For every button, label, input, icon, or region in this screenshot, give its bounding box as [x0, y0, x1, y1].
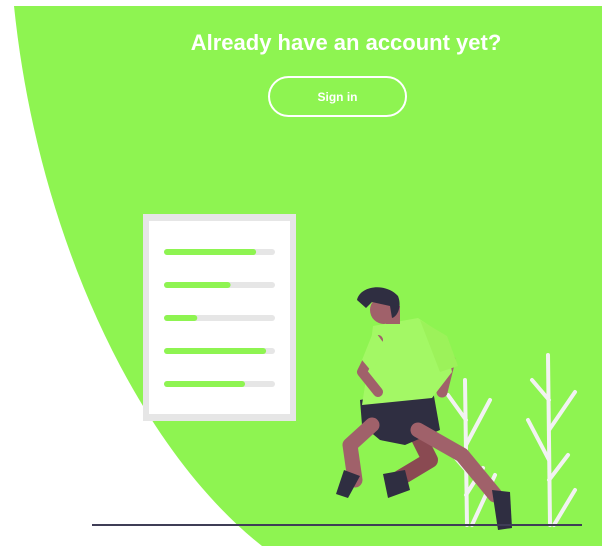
- progress-fill: [164, 381, 246, 387]
- panel-heading: Already have an account yet?: [190, 30, 502, 55]
- progress-fill: [164, 282, 231, 288]
- progress-fill: [164, 348, 267, 354]
- sign-in-button[interactable]: Sign in: [268, 76, 407, 117]
- checklist-card: [143, 214, 296, 421]
- signin-panel: Already have an account yet? Sign in: [0, 0, 602, 546]
- progress-fill: [164, 315, 198, 321]
- progress-fill: [164, 249, 257, 255]
